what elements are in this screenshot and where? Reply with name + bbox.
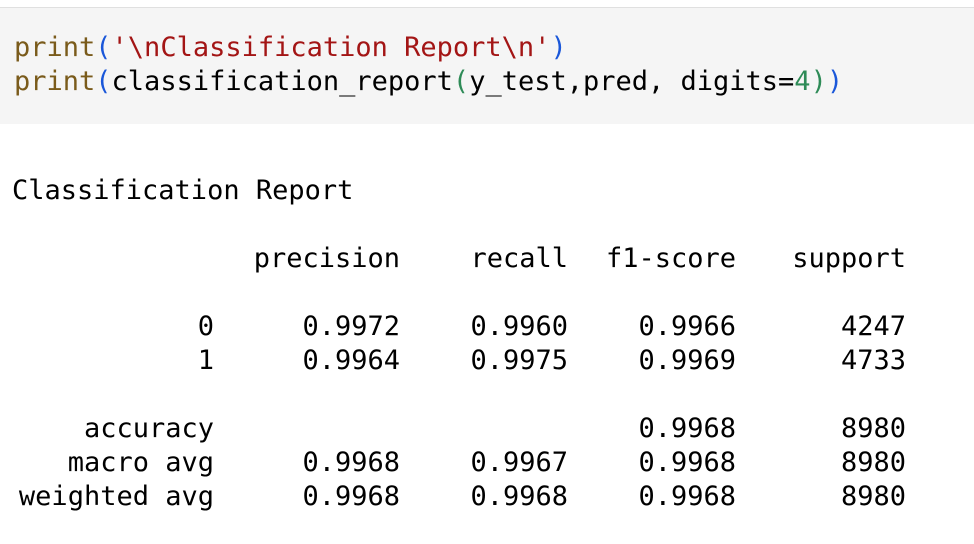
row-support: 8980 (840, 413, 906, 444)
header-f1-score: f1-score (605, 243, 736, 274)
code-paren-open: ( (95, 32, 112, 63)
header-recall: recall (470, 243, 568, 274)
code-paren-close: ) (826, 66, 844, 97)
row-recall: 0.9968 (470, 481, 568, 512)
code-paren-open: ( (95, 66, 112, 97)
header-support: support (792, 243, 906, 274)
code-call-name: classification_report (111, 66, 453, 97)
row-label: weighted avg (18, 481, 214, 512)
row-label: accuracy (83, 413, 214, 444)
output-area: Classification Report precision recall f… (0, 124, 974, 544)
row-f1-score: 0.9968 (638, 447, 736, 478)
code-args: y_test,pred, digits= (469, 66, 795, 97)
row-f1-score: 0.9966 (638, 311, 736, 342)
code-paren-open-inner: ( (452, 66, 470, 97)
report-title: Classification Report (12, 175, 354, 206)
row-label: 0 (197, 311, 214, 342)
code-digits-value: 4 (794, 66, 811, 97)
row-precision: 0.9964 (302, 345, 400, 376)
code-line-2: print(classification_report(y_test,pred,… (14, 65, 843, 99)
code-print-func: print (14, 32, 96, 63)
row-f1-score: 0.9968 (638, 481, 736, 512)
row-recall: 0.9975 (470, 345, 568, 376)
code-paren-close: ) (550, 32, 567, 63)
code-print-func: print (14, 66, 96, 97)
row-recall: 0.9960 (470, 311, 568, 342)
code-paren-close-inner: ) (810, 66, 827, 97)
row-label: 1 (197, 345, 214, 376)
row-support: 8980 (840, 481, 906, 512)
code-cell[interactable]: print('\nClassification Report\n') print… (0, 7, 974, 124)
header-precision: precision (253, 243, 400, 274)
row-f1-score: 0.9969 (638, 345, 736, 376)
code-string-literal: '\nClassification Report\n' (111, 32, 551, 63)
row-recall (400, 412, 568, 446)
row-f1-score: 0.9968 (638, 413, 736, 444)
row-support: 4247 (840, 311, 906, 342)
row-precision: 0.9968 (302, 481, 400, 512)
row-precision: 0.9968 (302, 447, 400, 478)
row-support: 4733 (840, 345, 906, 376)
row-precision (230, 412, 400, 446)
code-line-1: print('\nClassification Report\n') (14, 31, 567, 65)
row-label: macro avg (67, 447, 214, 478)
row-recall: 0.9967 (470, 447, 568, 478)
row-precision: 0.9972 (302, 311, 400, 342)
row-support: 8980 (840, 447, 906, 478)
